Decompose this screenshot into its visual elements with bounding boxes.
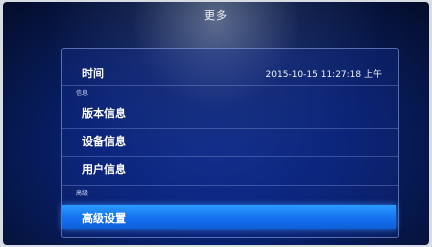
- section-header-advanced: 高级: [76, 190, 89, 197]
- menu-item-advanced-settings[interactable]: 高级设置: [62, 205, 396, 229]
- current-time-value: 2015-10-15 11:27:18 上午: [265, 70, 382, 80]
- menu-item-user-info-label: 用户信息: [82, 163, 126, 176]
- menu-item-advanced-settings-label: 高级设置: [82, 212, 126, 225]
- tv-screen: 更多 时间 2015-10-15 11:27:18 上午 信息 版本信息 设备信…: [3, 2, 429, 245]
- menu-item-time[interactable]: 时间 2015-10-15 11:27:18 上午: [62, 63, 398, 83]
- section-header-info: 信息: [76, 90, 89, 97]
- divider: [62, 85, 398, 86]
- divider: [62, 128, 398, 129]
- menu-item-device-info-label: 设备信息: [82, 135, 126, 148]
- settings-menu-panel: 时间 2015-10-15 11:27:18 上午 信息 版本信息 设备信息 用…: [61, 48, 399, 238]
- page-title: 更多: [204, 9, 228, 22]
- menu-item-version-info-label: 版本信息: [82, 107, 126, 120]
- divider: [62, 185, 398, 186]
- divider: [62, 156, 398, 157]
- menu-item-time-label: 时间: [82, 67, 104, 80]
